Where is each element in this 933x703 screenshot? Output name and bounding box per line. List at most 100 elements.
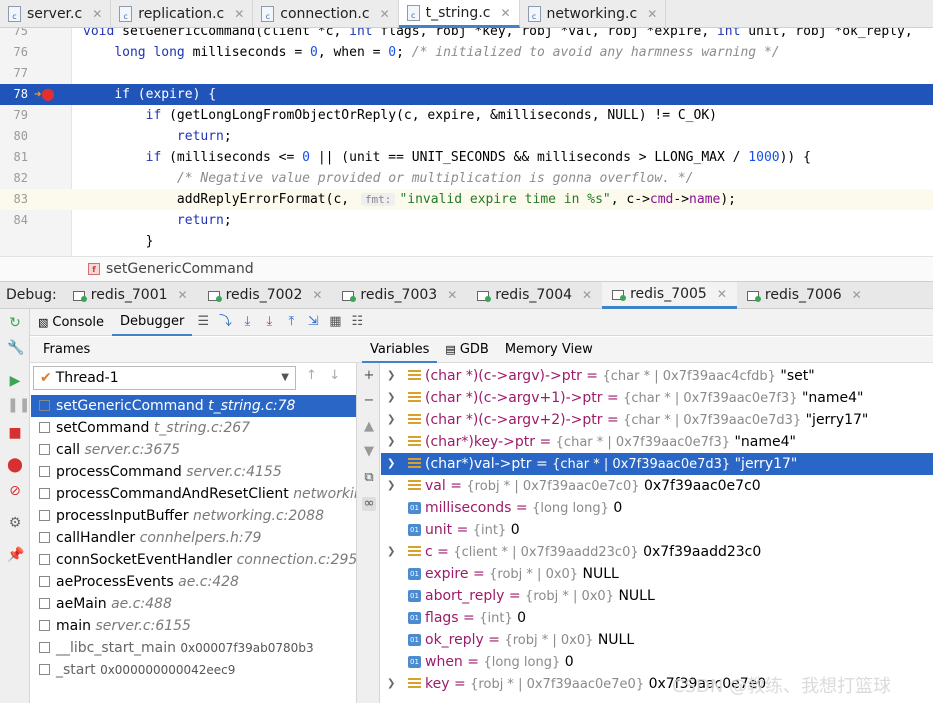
frame-nav-arrows[interactable]: ↑ ↓ xyxy=(306,368,340,383)
variable-row[interactable]: ❯ val = {robj * | 0x7f39aac0e7c0} 0x7f39a… xyxy=(381,475,933,497)
frame-item[interactable]: setCommand t_string.c:267 xyxy=(31,417,356,439)
frame-item[interactable]: processCommand server.c:4155 xyxy=(31,461,356,483)
add-watch-icon[interactable]: + xyxy=(362,369,376,383)
force-step-into-icon[interactable]: ⤓ xyxy=(258,312,280,332)
variables-tab[interactable]: Memory View xyxy=(497,337,601,363)
frame-item[interactable]: connSocketEventHandler connection.c:295 xyxy=(31,549,356,571)
variable-row[interactable]: ❯ (char *)(c->argv)->ptr = {char * | 0x7f… xyxy=(381,365,933,387)
close-icon[interactable]: ✕ xyxy=(178,288,188,302)
code-line[interactable]: 75 void setGenericCommand(client *c, int … xyxy=(0,28,933,42)
variables-tab[interactable]: ▤ GDB xyxy=(437,337,496,363)
step-into-icon[interactable]: ⤓ xyxy=(236,312,258,332)
variable-row[interactable]: ❯ (char*)key->ptr = {char * | 0x7f39aac0e… xyxy=(381,431,933,453)
frame-item[interactable]: processCommandAndResetClient networking.… xyxy=(31,483,356,505)
debug-session-tab[interactable]: redis_7005 ✕ xyxy=(602,281,737,309)
close-icon[interactable]: ✕ xyxy=(852,288,862,302)
move-up-icon[interactable]: ▲ xyxy=(362,420,376,434)
execution-point-icon[interactable]: ➜⬤ xyxy=(34,84,55,105)
settings-gear-icon[interactable]: ⚙ xyxy=(7,515,23,531)
settings-wrench-icon[interactable]: 🔧 xyxy=(7,340,24,356)
close-icon[interactable]: ✕ xyxy=(447,288,457,302)
debug-session-tab[interactable]: redis_7006 ✕ xyxy=(737,282,872,309)
pause-icon[interactable]: ❚❚ xyxy=(7,397,30,413)
code-line[interactable]: 83 addReplyErrorFormat(c, fmt: "invalid e… xyxy=(0,189,933,210)
breadcrumb[interactable]: f setGenericCommand xyxy=(0,256,933,281)
close-icon[interactable]: ✕ xyxy=(500,6,510,20)
variable-row[interactable]: 01 milliseconds = {long long} 0 xyxy=(381,497,933,519)
show-watches-icon[interactable]: ∞ xyxy=(362,497,376,511)
code-line[interactable]: 84 return; xyxy=(0,210,933,231)
code-line[interactable]: 76 long long milliseconds = 0, when = 0;… xyxy=(0,42,933,63)
variable-row[interactable]: ❯ c = {client * | 0x7f39aadd23c0} 0x7f39a… xyxy=(381,541,933,563)
frame-item[interactable]: __libc_start_main 0x00007f39ab0780b3 xyxy=(31,637,356,659)
code-editor[interactable]: 75 void setGenericCommand(client *c, int … xyxy=(0,28,933,256)
debug-session-tab[interactable]: redis_7002 ✕ xyxy=(198,282,333,309)
variable-row[interactable]: 01 when = {long long} 0 xyxy=(381,651,933,673)
view-breakpoints-icon[interactable]: ⬤ xyxy=(7,457,23,473)
code-line[interactable]: 82 /* Negative value provided or multipl… xyxy=(0,168,933,189)
frame-item[interactable]: aeMain ae.c:488 xyxy=(31,593,356,615)
code-line[interactable]: 81 if (milliseconds <= 0 || (unit == UNI… xyxy=(0,147,933,168)
stop-icon[interactable]: ■ xyxy=(7,425,23,441)
editor-tab[interactable]: c connection.c ✕ xyxy=(253,0,399,28)
frame-item[interactable]: setGenericCommand t_string.c:78 xyxy=(31,395,356,417)
variable-row[interactable]: 01 flags = {int} 0 xyxy=(381,607,933,629)
expand-chevron-icon[interactable]: ❯ xyxy=(387,541,397,563)
frame-item[interactable]: processInputBuffer networking.c:2088 xyxy=(31,505,356,527)
variable-row[interactable]: 01 expire = {robj * | 0x0} NULL xyxy=(381,563,933,585)
code-line[interactable]: 80 return; xyxy=(0,126,933,147)
evaluate-expression-icon[interactable]: ▦ xyxy=(324,312,346,332)
debug-session-tab[interactable]: redis_7001 ✕ xyxy=(63,282,198,309)
expand-chevron-icon[interactable]: ❯ xyxy=(387,453,397,475)
step-out-icon[interactable]: ⤒ xyxy=(280,312,302,332)
close-icon[interactable]: ✕ xyxy=(312,288,322,302)
frame-item[interactable]: callHandler connhelpers.h:79 xyxy=(31,527,356,549)
editor-tab[interactable]: c networking.c ✕ xyxy=(520,0,667,28)
code-line[interactable]: } xyxy=(0,231,933,252)
code-line[interactable]: 79 if (getLongLongFromObjectOrReply(c, e… xyxy=(0,105,933,126)
code-line[interactable]: 77 xyxy=(0,63,933,84)
tab-console[interactable]: ▧ Console xyxy=(30,309,112,336)
remove-watch-icon[interactable]: − xyxy=(362,394,376,408)
debug-session-tab[interactable]: redis_7003 ✕ xyxy=(332,282,467,309)
step-over-icon[interactable]: ⤵ xyxy=(214,312,236,332)
menu-icon[interactable]: ☰ xyxy=(192,312,214,332)
move-down-icon[interactable]: ▼ xyxy=(362,445,376,459)
close-icon[interactable]: ✕ xyxy=(92,7,102,21)
rerun-icon[interactable]: ↻ xyxy=(7,315,23,331)
editor-tab[interactable]: c t_string.c ✕ xyxy=(398,0,520,28)
resume-icon[interactable]: ▶ xyxy=(7,373,23,389)
editor-tab[interactable]: c replication.c ✕ xyxy=(111,0,254,28)
mute-breakpoints-icon[interactable]: ⊘ xyxy=(7,483,23,499)
expand-chevron-icon[interactable]: ❯ xyxy=(387,409,397,431)
variable-row[interactable]: ❯ (char *)(c->argv+2)->ptr = {char * | 0x… xyxy=(381,409,933,431)
close-icon[interactable]: ✕ xyxy=(234,7,244,21)
code-line[interactable]: 78 if (expire) {➜⬤ xyxy=(0,84,933,105)
run-to-cursor-icon[interactable]: ⇲ xyxy=(302,312,324,332)
expand-chevron-icon[interactable]: ❯ xyxy=(387,673,397,695)
expand-chevron-icon[interactable]: ❯ xyxy=(387,387,397,409)
frame-item[interactable]: call server.c:3675 xyxy=(31,439,356,461)
thread-select[interactable]: ✔ Thread-1 ▼ xyxy=(33,366,296,390)
layout-icon[interactable]: ☷ xyxy=(346,312,368,332)
close-icon[interactable]: ✕ xyxy=(647,7,657,21)
variable-row[interactable]: 01 ok_reply = {robj * | 0x0} NULL xyxy=(381,629,933,651)
variables-tab[interactable]: Variables xyxy=(362,337,438,363)
tab-debugger[interactable]: Debugger xyxy=(112,309,193,336)
pin-icon[interactable]: 📌 xyxy=(7,547,24,563)
frame-item[interactable]: _start 0x000000000042eec9 xyxy=(31,659,356,681)
variable-row[interactable]: 01 unit = {int} 0 xyxy=(381,519,933,541)
expand-chevron-icon[interactable]: ❯ xyxy=(387,431,397,453)
frame-item[interactable]: main server.c:6155 xyxy=(31,615,356,637)
duplicate-icon[interactable]: ⧉ xyxy=(362,471,376,485)
editor-tab[interactable]: c server.c ✕ xyxy=(0,0,112,28)
close-icon[interactable]: ✕ xyxy=(717,287,727,301)
expand-chevron-icon[interactable]: ❯ xyxy=(387,365,397,387)
close-icon[interactable]: ✕ xyxy=(380,7,390,21)
variable-row[interactable]: ❯ (char*)val->ptr = {char * | 0x7f39aac0e… xyxy=(381,453,933,475)
frame-item[interactable]: aeProcessEvents ae.c:428 xyxy=(31,571,356,593)
expand-chevron-icon[interactable]: ❯ xyxy=(387,475,397,497)
close-icon[interactable]: ✕ xyxy=(582,288,592,302)
variable-row[interactable]: ❯ (char *)(c->argv+1)->ptr = {char * | 0x… xyxy=(381,387,933,409)
debug-session-tab[interactable]: redis_7004 ✕ xyxy=(467,282,602,309)
